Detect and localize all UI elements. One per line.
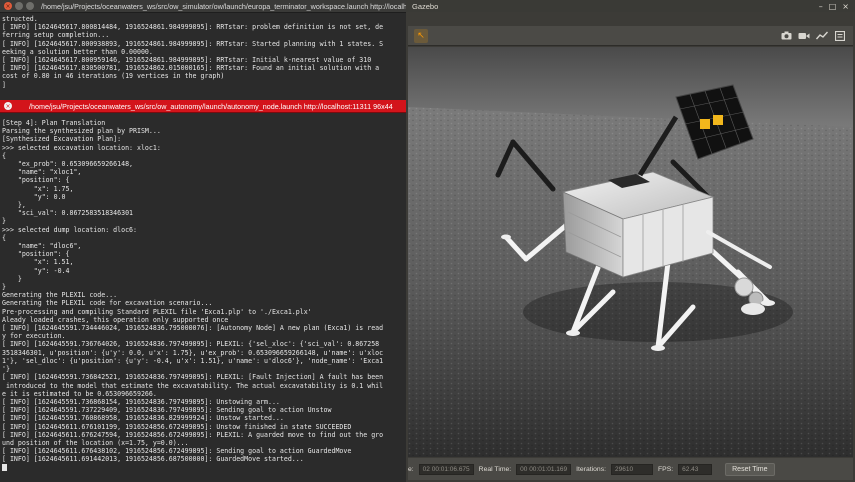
- reset-time-button[interactable]: Reset Time: [725, 462, 775, 476]
- terminal-top-output[interactable]: structed.[ INFO] [1624645617.800814484, …: [0, 13, 406, 91]
- close-icon[interactable]: ×: [4, 2, 12, 10]
- terminal-line: "position": {: [2, 176, 70, 185]
- terminal-line: ferring setup completion...: [2, 31, 110, 40]
- terminal-line: [ INFO] [1624645617.800814484, 191652486…: [2, 23, 384, 32]
- terminal-line: e it is estimated to be 0.653096659266.: [2, 389, 157, 398]
- terminal-line: eeking a solution better than 0.00000.: [2, 47, 153, 56]
- terminal-line: [Step 4]: Plan Translation: [2, 119, 106, 127]
- terminal-line: introduced to the model that estimate th…: [2, 381, 384, 390]
- terminal-line: "x": 1.75,: [2, 184, 74, 193]
- camera-icon[interactable]: [779, 29, 793, 43]
- terminal-line: "y": -0.4: [2, 266, 70, 275]
- terminal-cursor: [2, 463, 404, 472]
- terminal-line: {: [2, 151, 6, 160]
- fps-label: FPS:: [658, 465, 674, 473]
- terminal-line: }: [2, 274, 22, 283]
- terminal-bottom-titlebar[interactable]: × /home/jsu/Projects/oceanwaters_ws/src/…: [0, 100, 406, 113]
- terminal-line: Generating the PLEXIL code...: [2, 291, 118, 300]
- fps-field: 62.43: [678, 463, 713, 475]
- minimize-icon[interactable]: [15, 2, 23, 10]
- terminal-line: "y": 0.0: [2, 192, 66, 201]
- real-time-label: Real Time:: [478, 465, 512, 473]
- terminal-line: "name": "xloc1",: [2, 168, 82, 177]
- iterations-field: 29610: [611, 463, 654, 475]
- terminal-line: und position of the location (x=1.75, y=…: [2, 438, 189, 447]
- terminal-line: >>> selected excavation location: xloc1:: [2, 143, 161, 152]
- terminal-bottom-title: /home/jsu/Projects/oceanwaters_ws/src/ow…: [29, 101, 393, 111]
- terminal-bottom-output[interactable]: [Step 4]: Plan Translation Parsing the sy…: [0, 113, 406, 474]
- terminal-line: "name": "dloc6",: [2, 242, 82, 251]
- terminal-line: [ INFO] [1624645591.734446024, 191652483…: [2, 324, 384, 333]
- terminal-line: cost of 0.80 in 46 iterations (19 vertic…: [2, 72, 225, 81]
- sim-time-label: e:: [408, 465, 414, 473]
- gazebo-title: Gazebo: [412, 1, 439, 11]
- simulation-viewport[interactable]: [408, 47, 853, 457]
- terminal-line: "sci_val": 0.8672583518346301: [2, 209, 134, 218]
- terminal-line: structed.: [2, 15, 38, 23]
- real-time-field: 00 00:01:01.169: [516, 463, 572, 475]
- gazebo-toolbar: ↖: [408, 26, 853, 46]
- close-icon[interactable]: ×: [842, 2, 849, 11]
- terminal-line: [Synthesized Excavation Plan]:: [2, 135, 122, 144]
- terminal-line: Generating the PLEXIL code for excavatio…: [2, 299, 213, 308]
- terminal-line: [ INFO] [1624645591.760868958, 191652483…: [2, 414, 284, 423]
- terminal-top-window[interactable]: × /home/jsu/Projects/oceanwaters_ws/src/…: [0, 0, 406, 100]
- terminal-top-titlebar[interactable]: × /home/jsu/Projects/oceanwaters_ws/src/…: [0, 0, 406, 13]
- minimize-icon[interactable]: –: [819, 2, 823, 11]
- terminal-line: },: [2, 201, 26, 210]
- plot-icon[interactable]: [815, 29, 829, 43]
- terminal-line: 1'}, 'sel_dloc': {u'position': {u'y': -0…: [2, 356, 384, 365]
- terminal-line: "x": 1.51,: [2, 258, 74, 267]
- terminal-line: [ INFO] [1624645591.736868154, 191652483…: [2, 397, 280, 406]
- terminal-line: 3518346301, u'position': {u'y': 0.0, u'x…: [2, 348, 384, 357]
- terminal-line: }: [2, 217, 6, 226]
- terminal-line: [ INFO] [1624645617.800959146, 191652486…: [2, 56, 372, 65]
- gazebo-titlebar[interactable]: Gazebo – □ ×: [406, 0, 855, 12]
- terminal-line: Parsing the synthesized plan by PRISM...: [2, 127, 161, 136]
- terminal-bottom-window[interactable]: × /home/jsu/Projects/oceanwaters_ws/src/…: [0, 100, 406, 482]
- terminal-line: Aleady loaded crashes, this operation on…: [2, 315, 229, 324]
- log-icon[interactable]: [833, 29, 847, 43]
- terminal-line: ]: [2, 80, 6, 89]
- terminal-line: [ INFO] [1624645611.676101199, 191652485…: [2, 422, 352, 431]
- gazebo-window[interactable]: Gazebo – □ × ↖ e: 02 00:01:06.675 Real T…: [406, 0, 855, 482]
- terminal-line: [ INFO] [1624645617.800938893, 191652486…: [2, 39, 384, 48]
- terminal-line: y for execution.: [2, 332, 66, 341]
- terminal-line: [ INFO] [1624645591.736842521, 191652483…: [2, 373, 384, 382]
- video-icon[interactable]: [797, 29, 811, 43]
- terminal-line: [ INFO] [1624645611.691442013, 191652485…: [2, 455, 304, 464]
- terminal-line: [ INFO] [1624645591.737229409, 191652483…: [2, 406, 332, 415]
- terminal-line: "ex_prob": 0.653096659266148,: [2, 160, 134, 169]
- sim-time-field: 02 00:01:06.675: [418, 463, 474, 475]
- terminal-line: }: [2, 283, 6, 292]
- terminal-line: [ INFO] [1624645591.736764026, 191652483…: [2, 340, 380, 349]
- terminal-line: {: [2, 233, 6, 242]
- gazebo-status-bar: e: 02 00:01:06.675 Real Time: 00 00:01:0…: [408, 458, 853, 480]
- terminal-line: [ INFO] [1624645611.676438102, 191652485…: [2, 447, 352, 456]
- terminal-line: "position": {: [2, 250, 70, 259]
- maximize-icon[interactable]: [26, 2, 34, 10]
- terminal-line: [ INFO] [1624645617.830500781, 191652486…: [2, 64, 380, 73]
- terminal-top-title: /home/jsu/Projects/oceanwaters_ws/src/ow…: [41, 1, 406, 11]
- terminal-line: '}: [2, 365, 10, 374]
- terminal-line: Pre-processing and compiling Standard PL…: [2, 307, 312, 316]
- terminal-line: >>> selected dump location: dloc6:: [2, 225, 137, 234]
- maximize-icon[interactable]: □: [829, 2, 837, 11]
- close-icon[interactable]: ×: [4, 102, 12, 110]
- iterations-label: Iterations:: [576, 465, 607, 473]
- pointer-icon[interactable]: ↖: [414, 28, 428, 43]
- terminal-line: [ INFO] [1624645611.676247594, 191652485…: [2, 430, 384, 439]
